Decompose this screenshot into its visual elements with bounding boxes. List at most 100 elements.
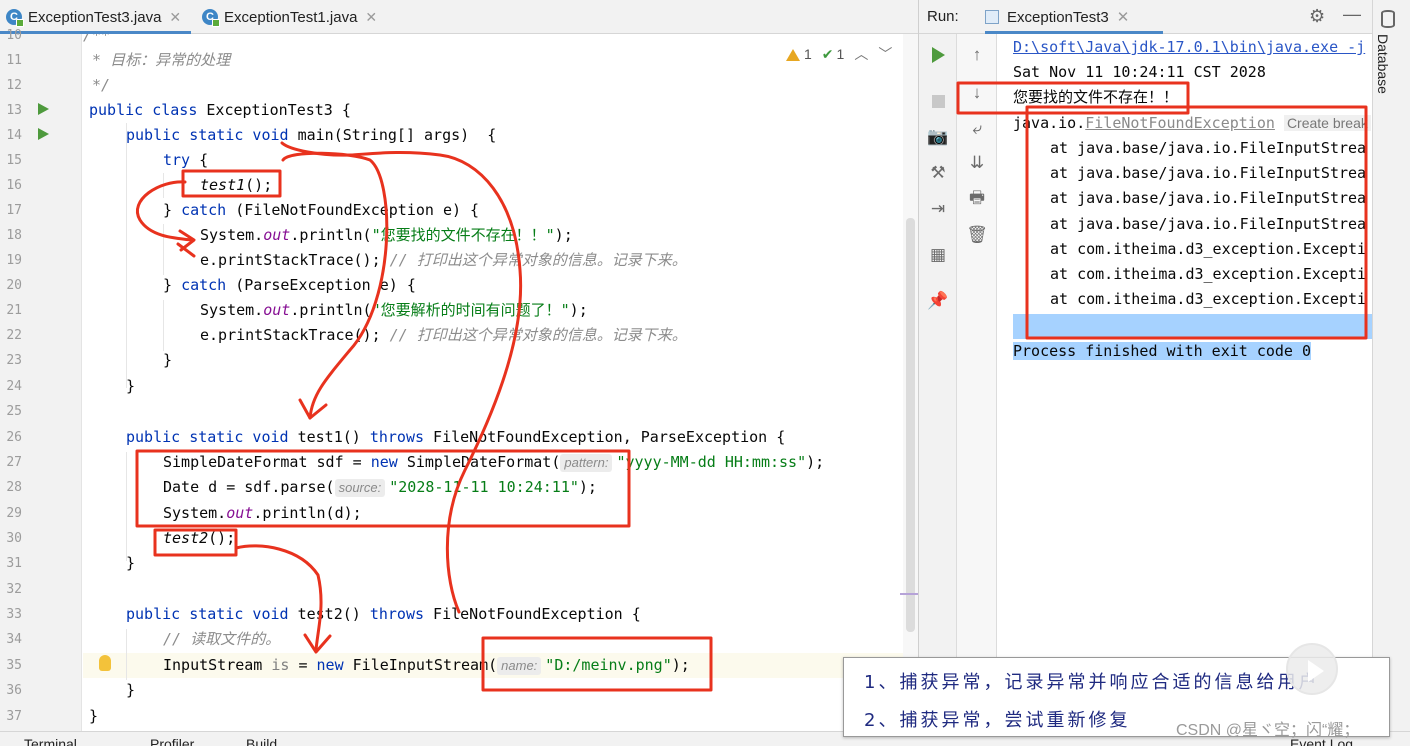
wrench-icon: ⚒ xyxy=(930,163,946,182)
line-number: 24 xyxy=(6,379,22,394)
chevron-up-icon[interactable]: ︿ xyxy=(854,44,868,64)
video-play-icon[interactable] xyxy=(1286,643,1338,695)
console-command[interactable]: D:\soft\Java\jdk-17.0.1\bin\java.exe -j xyxy=(1013,35,1365,60)
line-number: 14 xyxy=(6,128,22,143)
run-class-icon[interactable] xyxy=(38,103,49,115)
layout-button[interactable]: ▦ xyxy=(927,244,949,266)
note-line-2: 2、捕获异常，尝试重新修复 xyxy=(864,710,1131,731)
run-main-icon[interactable] xyxy=(38,128,49,140)
indent-guide xyxy=(126,123,127,388)
tab-label: ExceptionTest1.java xyxy=(224,8,358,26)
line-number: 15 xyxy=(6,153,22,168)
indent-guide xyxy=(126,452,127,561)
code-line-26: public static void test1() throws FileNo… xyxy=(126,428,786,446)
scroll-end-icon: ⇊ xyxy=(969,153,985,172)
database-icon[interactable] xyxy=(1381,10,1395,28)
scroll-up-button[interactable]: ↑ xyxy=(966,44,988,66)
line-number: 18 xyxy=(6,228,22,243)
database-tool-button[interactable]: Database xyxy=(1375,34,1391,94)
warning-count[interactable]: 1 xyxy=(786,46,812,62)
inspection-widget[interactable]: 1 ✔ 1 ︿ ﹀ xyxy=(786,44,892,64)
code-line-36: } xyxy=(126,681,136,699)
run-tab[interactable]: ExceptionTest3 ✕ xyxy=(985,0,1163,34)
rerun-button[interactable] xyxy=(927,44,949,66)
lightbulb-icon[interactable] xyxy=(99,655,111,671)
scroll-down-button[interactable]: ↓ xyxy=(966,82,988,104)
run-config-icon xyxy=(985,10,999,24)
stack-frame[interactable]: at java.base/java.io.FileInputStrea xyxy=(1050,136,1366,161)
watermark: CSDN @星ヾ空；闪“耀； xyxy=(1176,722,1360,739)
profiler-tab[interactable]: Profiler xyxy=(150,736,194,746)
line-number-gutter[interactable]: 10 11 12 13 14 15 16 17 18 19 20 21 22 2… xyxy=(0,28,82,731)
stack-frame[interactable]: at java.base/java.io.FileInputStrea xyxy=(1050,186,1366,211)
code-line-24: } xyxy=(126,377,136,395)
param-hint: source: xyxy=(334,479,386,497)
code-line-30: test2(); xyxy=(163,529,236,547)
close-icon[interactable]: ✕ xyxy=(365,9,377,26)
line-number: 37 xyxy=(6,709,22,724)
stack-frame[interactable]: at java.base/java.io.FileInputStrea xyxy=(1050,212,1366,237)
create-breakpoint-button[interactable]: Create break xyxy=(1283,115,1371,131)
gear-icon[interactable]: ⚙ xyxy=(1309,6,1325,27)
line-number: 19 xyxy=(6,253,22,268)
stack-frame[interactable]: at java.base/java.io.FileInputStrea xyxy=(1050,161,1366,186)
line-number: 34 xyxy=(6,632,22,647)
console-output[interactable]: D:\soft\Java\jdk-17.0.1\bin\java.exe -j … xyxy=(1013,34,1373,734)
camera-button[interactable]: 📷 xyxy=(927,126,949,148)
ok-count[interactable]: ✔ 1 xyxy=(822,46,845,63)
code-line-23: } xyxy=(163,351,173,369)
minimize-icon[interactable]: — xyxy=(1343,4,1361,25)
trash-icon: 🗑 xyxy=(966,225,988,244)
pin-button[interactable]: 📌 xyxy=(927,290,949,312)
line-number: 17 xyxy=(6,203,22,218)
pin-icon: 📌 xyxy=(927,291,949,310)
indent-guide xyxy=(163,173,164,198)
settings-button[interactable]: ⚒ xyxy=(927,162,949,184)
tab-label: ExceptionTest3.java xyxy=(28,8,162,26)
soft-wrap-button[interactable]: ⤶ xyxy=(966,118,988,140)
line-number: 25 xyxy=(6,404,22,419)
line-number: 26 xyxy=(6,430,22,445)
run-toolbar-secondary: ↑ ↓ ⤶ ⇊ 🖶 🗑 xyxy=(957,34,997,746)
code-line-22: e.printStackTrace(); // 打印出这个异常对象的信息。记录下… xyxy=(200,326,687,344)
code-line-31: } xyxy=(126,554,136,572)
terminal-tab[interactable]: Terminal xyxy=(24,736,77,746)
tab-exceptiontest3[interactable]: C ExceptionTest3.java ✕ xyxy=(0,0,192,34)
clear-button[interactable]: 🗑 xyxy=(966,224,988,246)
exit-button[interactable]: ⇥ xyxy=(927,198,949,220)
code-editor[interactable]: /** * 目标：异常的处理 */ public class Exception… xyxy=(83,34,903,731)
run-toolbar-primary: 📷 ⚒ ⇥ ▦ 📌 xyxy=(919,34,957,746)
code-line-19: e.printStackTrace(); // 打印出这个异常对象的信息。记录下… xyxy=(200,251,687,269)
code-line-20: } catch (ParseException e) { xyxy=(163,276,416,294)
stack-frame[interactable]: at com.itheima.d3_exception.Excepti xyxy=(1050,262,1366,287)
line-number: 33 xyxy=(6,607,22,622)
param-hint: name: xyxy=(497,657,542,675)
code-line-16: test1(); xyxy=(200,176,273,194)
build-tab[interactable]: Build xyxy=(246,736,277,746)
stack-frame[interactable]: at com.itheima.d3_exception.Excepti xyxy=(1050,237,1366,262)
scroll-to-end-button[interactable]: ⇊ xyxy=(966,152,988,174)
stop-button[interactable] xyxy=(927,90,949,112)
close-icon[interactable]: ✕ xyxy=(1117,8,1130,26)
line-number: 10 xyxy=(6,28,22,43)
indent-guide xyxy=(126,629,127,680)
exception-link[interactable]: FileNotFoundException xyxy=(1085,114,1275,132)
wrap-icon: ⤶ xyxy=(972,119,982,138)
code-line-11: * 目标：异常的处理 xyxy=(83,51,231,69)
close-icon[interactable]: ✕ xyxy=(169,9,181,26)
code-line-15: try { xyxy=(163,151,209,169)
chevron-down-icon[interactable]: ﹀ xyxy=(878,44,892,64)
line-number: 32 xyxy=(6,582,22,597)
code-line-33: public static void test2() throws FileNo… xyxy=(126,605,641,623)
stack-frame[interactable]: at com.itheima.d3_exception.Excepti xyxy=(1050,287,1366,312)
run-label: Run: xyxy=(927,8,959,25)
line-number: 11 xyxy=(6,53,22,68)
line-number: 28 xyxy=(6,480,22,495)
line-number: 20 xyxy=(6,278,22,293)
line-number: 22 xyxy=(6,328,22,343)
line-number: 12 xyxy=(6,78,22,93)
stop-icon xyxy=(931,94,945,108)
tab-exceptiontest1[interactable]: C ExceptionTest1.java ✕ xyxy=(202,0,377,34)
editor-scrollbar-thumb[interactable] xyxy=(906,218,915,632)
print-button[interactable]: 🖶 xyxy=(966,188,988,210)
